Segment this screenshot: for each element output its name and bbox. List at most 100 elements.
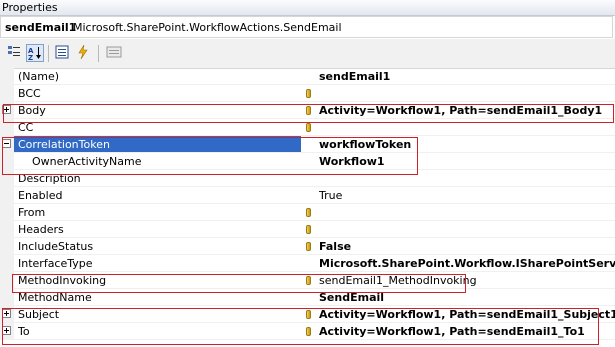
property-value-cell[interactable] <box>316 204 615 221</box>
bind-cell[interactable] <box>301 119 316 136</box>
property-value: Activity=Workflow1, Path=sendEmail1_Subj… <box>319 308 615 321</box>
events-lightning-icon[interactable] <box>75 44 93 62</box>
bind-cell[interactable] <box>301 306 316 323</box>
property-value-cell[interactable]: sendEmail1_MethodInvoking <box>316 272 615 289</box>
property-row[interactable]: MethodInvoking sendEmail1_MethodInvoking <box>0 272 615 289</box>
property-pages-icon[interactable] <box>106 44 124 62</box>
property-value-cell[interactable]: Activity=Workflow1, Path=sendEmail1_To1 <box>316 323 615 340</box>
bind-cell <box>301 255 316 272</box>
property-row[interactable]: IncludeStatus False <box>0 238 615 255</box>
expand-plus-icon[interactable] <box>2 105 11 114</box>
property-value: workflowToken <box>319 138 412 151</box>
bind-property-icon[interactable] <box>306 276 311 285</box>
property-row[interactable]: InterfaceType Microsoft.SharePoint.Workfl… <box>0 255 615 272</box>
bind-property-icon[interactable] <box>306 327 311 336</box>
property-name-cell[interactable]: BCC <box>14 85 301 102</box>
bind-cell[interactable] <box>301 272 316 289</box>
properties-title-bar: Properties <box>0 0 615 16</box>
property-name-cell[interactable]: IncludeStatus <box>14 238 301 255</box>
bind-property-icon[interactable] <box>306 225 311 234</box>
property-name: MethodInvoking <box>18 274 107 287</box>
property-row[interactable]: Headers <box>0 221 615 238</box>
row-gutter <box>0 323 14 340</box>
row-gutter <box>0 272 14 289</box>
bind-cell[interactable] <box>301 323 316 340</box>
property-value-cell[interactable] <box>316 85 615 102</box>
row-gutter <box>0 238 14 255</box>
property-name: Subject <box>18 308 60 321</box>
property-value-cell[interactable]: workflowToken <box>316 136 615 153</box>
row-gutter <box>0 306 14 323</box>
property-value-cell[interactable]: Microsoft.SharePoint.Workflow.ISharePoin… <box>316 255 615 272</box>
row-gutter <box>0 136 14 153</box>
properties-icon[interactable] <box>54 44 72 62</box>
categorized-icon[interactable] <box>6 44 24 62</box>
property-row[interactable]: CorrelationToken workflowToken <box>0 136 615 153</box>
property-value-cell[interactable]: SendEmail <box>316 289 615 306</box>
property-value-cell[interactable]: sendEmail1 <box>316 68 615 85</box>
property-value-cell[interactable] <box>316 221 615 238</box>
bind-cell[interactable] <box>301 102 316 119</box>
row-gutter <box>0 119 14 136</box>
bind-cell <box>301 68 316 85</box>
property-row[interactable]: From <box>0 204 615 221</box>
property-row[interactable]: (Name) sendEmail1 <box>0 68 615 85</box>
property-row[interactable]: Body Activity=Workflow1, Path=sendEmail1_… <box>0 102 615 119</box>
row-gutter <box>0 221 14 238</box>
bind-cell[interactable] <box>301 204 316 221</box>
property-row[interactable]: To Activity=Workflow1, Path=sendEmail1_To… <box>0 323 615 340</box>
row-gutter <box>0 170 14 187</box>
bind-property-icon[interactable] <box>306 106 311 115</box>
property-row[interactable]: MethodName SendEmail <box>0 289 615 306</box>
property-row[interactable]: BCC <box>0 85 615 102</box>
property-name-cell[interactable]: (Name) <box>14 68 301 85</box>
property-name-cell[interactable]: CC <box>14 119 301 136</box>
property-name: CC <box>18 121 34 134</box>
property-value-cell[interactable]: False <box>316 238 615 255</box>
bind-cell[interactable] <box>301 238 316 255</box>
property-value-cell[interactable]: Workflow1 <box>316 153 615 170</box>
property-value-cell[interactable] <box>316 170 615 187</box>
alphabetical-sort-icon[interactable]: AZ <box>26 44 44 62</box>
property-row[interactable]: Description <box>0 170 615 187</box>
bind-property-icon[interactable] <box>306 242 311 251</box>
property-value: True <box>319 189 343 202</box>
property-row[interactable]: Enabled True <box>0 187 615 204</box>
property-row[interactable]: CC <box>0 119 615 136</box>
property-name-cell[interactable]: OwnerActivityName <box>14 153 301 170</box>
bind-cell[interactable] <box>301 85 316 102</box>
bind-property-icon[interactable] <box>306 208 311 217</box>
property-name-cell[interactable]: To <box>14 323 301 340</box>
property-name-cell[interactable]: Enabled <box>14 187 301 204</box>
property-name-cell[interactable]: Headers <box>14 221 301 238</box>
bind-cell <box>301 289 316 306</box>
property-name: IncludeStatus <box>18 240 94 253</box>
property-value-cell[interactable] <box>316 119 615 136</box>
expand-plus-icon[interactable] <box>2 309 11 318</box>
bind-cell <box>301 153 316 170</box>
property-value: Activity=Workflow1, Path=sendEmail1_Body… <box>319 104 603 117</box>
row-gutter <box>0 153 14 170</box>
property-row[interactable]: Subject Activity=Workflow1, Path=sendEmai… <box>0 306 615 323</box>
property-row[interactable]: OwnerActivityName Workflow1 <box>0 153 615 170</box>
collapse-minus-icon[interactable] <box>2 139 11 148</box>
property-name-cell[interactable]: InterfaceType <box>14 255 301 272</box>
property-name-cell[interactable]: Subject <box>14 306 301 323</box>
bind-cell[interactable] <box>301 221 316 238</box>
bind-property-icon[interactable] <box>306 89 311 98</box>
property-name-cell[interactable]: MethodInvoking <box>14 272 301 289</box>
expand-plus-icon[interactable] <box>2 326 11 335</box>
object-selector[interactable]: sendEmail1 Microsoft.SharePoint.Workflow… <box>0 16 613 38</box>
property-name: InterfaceType <box>18 257 93 270</box>
bind-property-icon[interactable] <box>306 123 311 132</box>
row-gutter <box>0 289 14 306</box>
property-value-cell[interactable]: Activity=Workflow1, Path=sendEmail1_Subj… <box>316 306 615 323</box>
property-value-cell[interactable]: Activity=Workflow1, Path=sendEmail1_Body… <box>316 102 615 119</box>
property-name-cell[interactable]: MethodName <box>14 289 301 306</box>
property-name-cell[interactable]: From <box>14 204 301 221</box>
property-name-cell[interactable]: Body <box>14 102 301 119</box>
bind-property-icon[interactable] <box>306 310 311 319</box>
property-name-cell[interactable]: Description <box>14 170 301 187</box>
property-value-cell[interactable]: True <box>316 187 615 204</box>
property-name-cell[interactable]: CorrelationToken <box>14 136 301 153</box>
